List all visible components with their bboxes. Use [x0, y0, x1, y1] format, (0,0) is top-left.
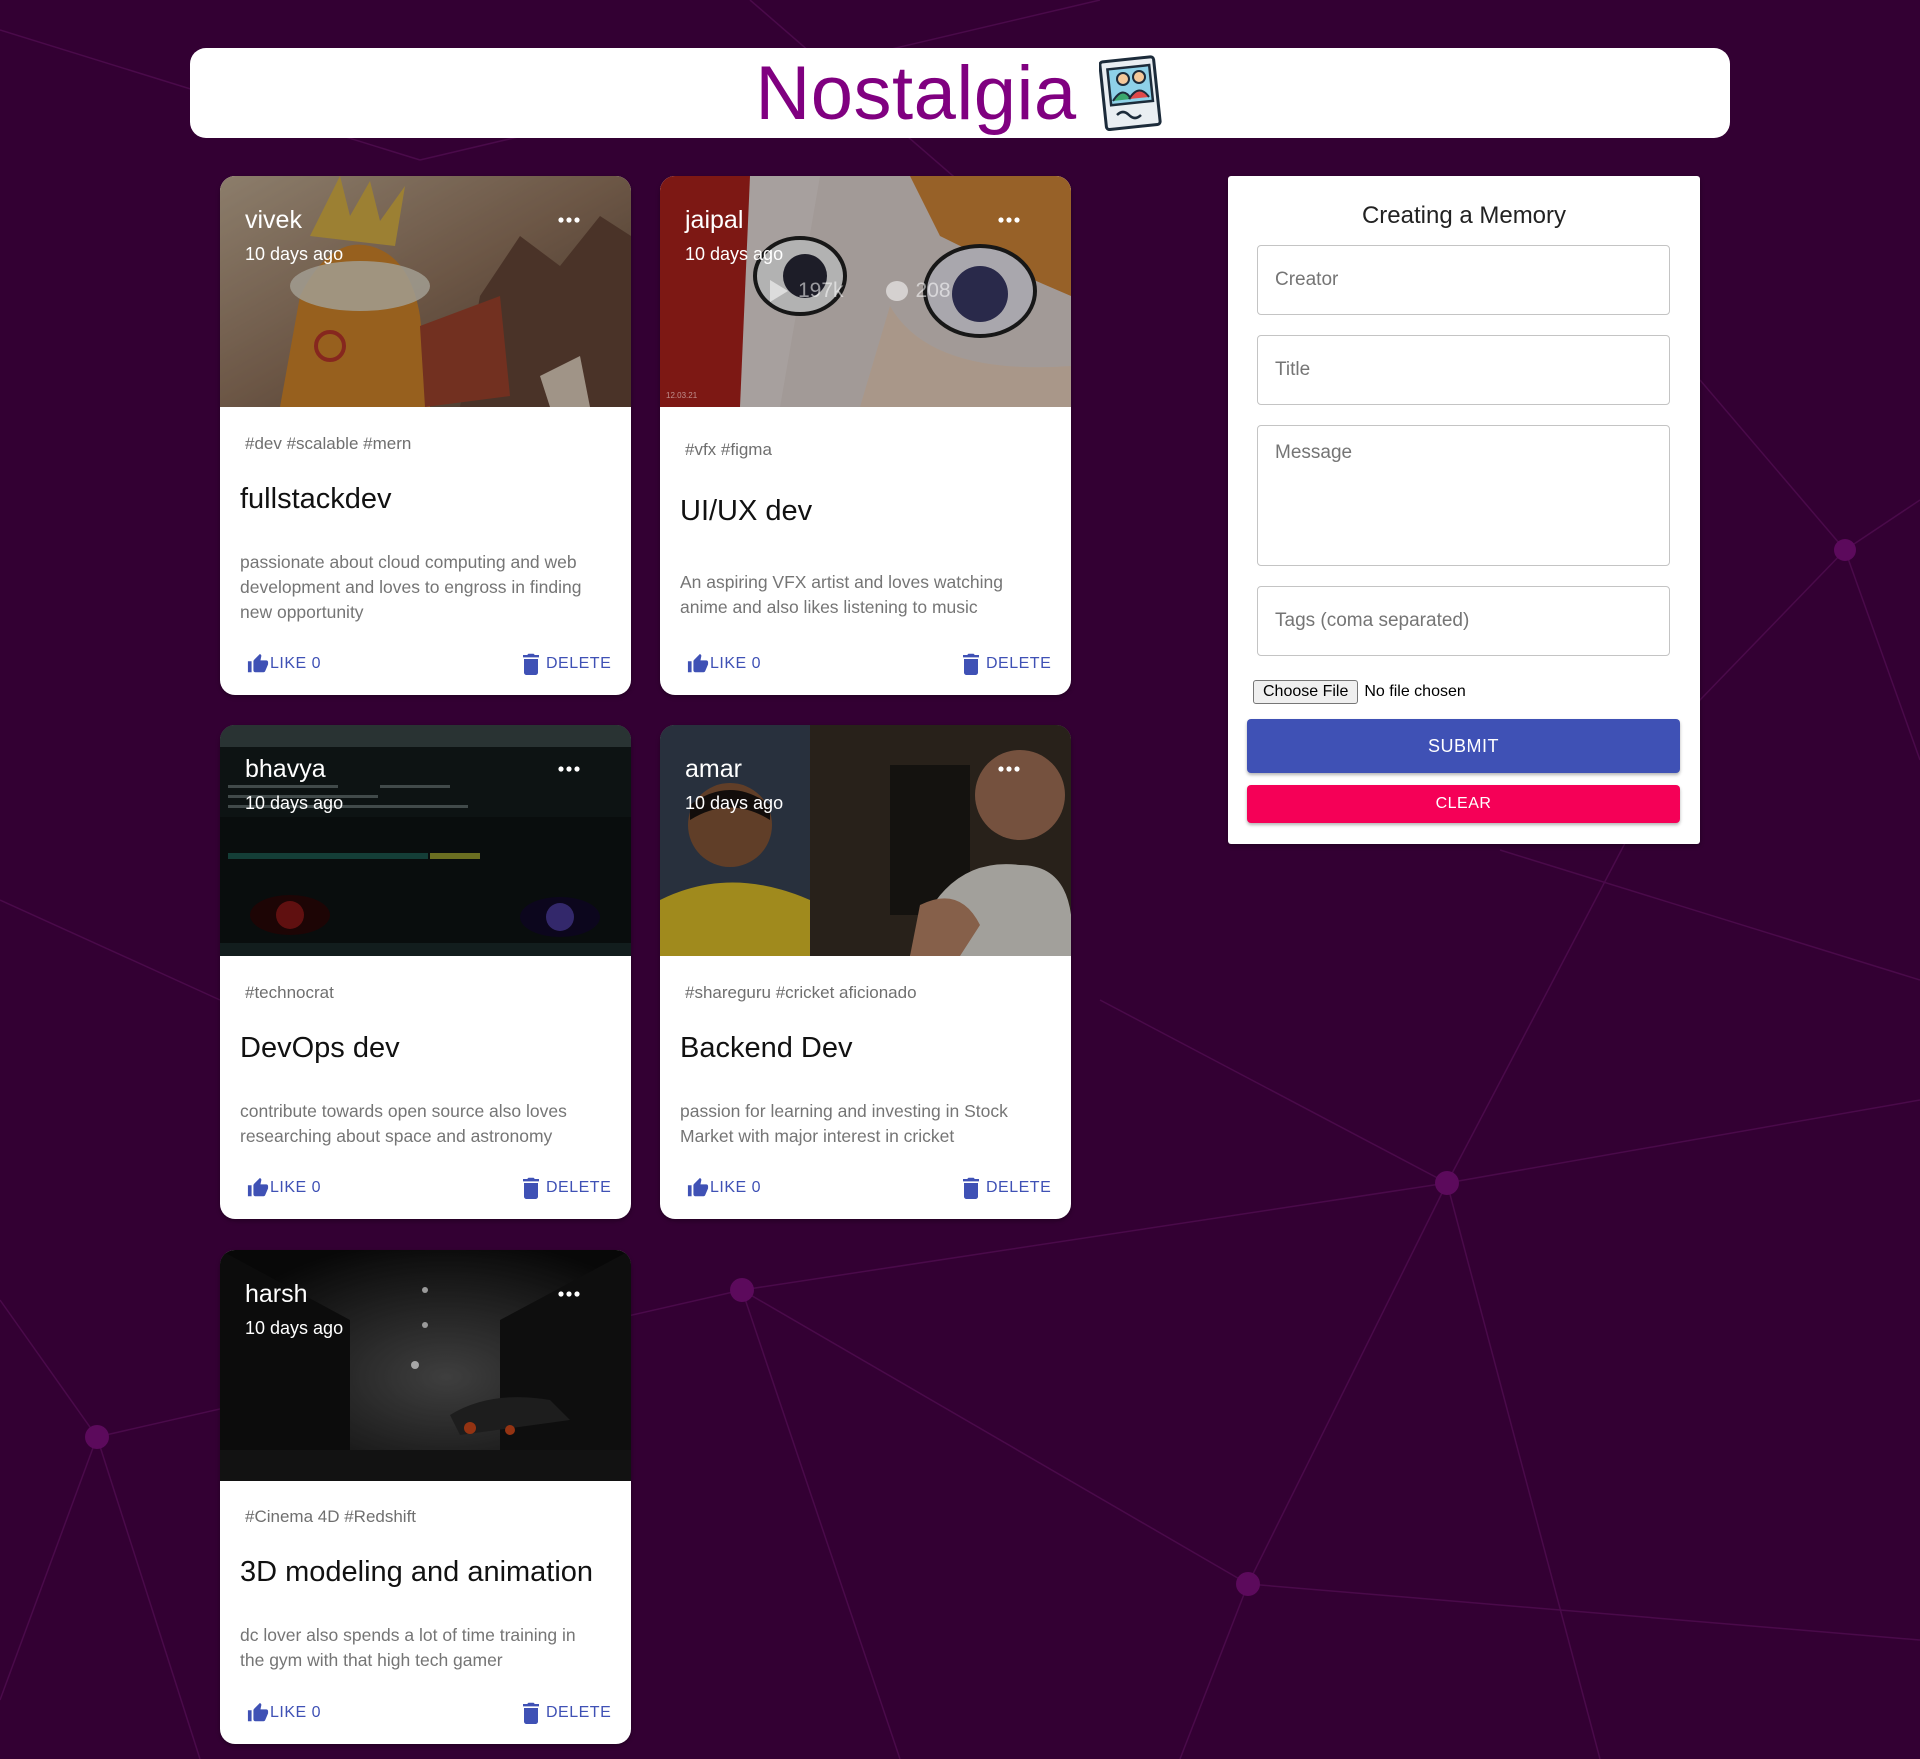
- post-card: harsh 10 days ago #Cinema 4D #Redshift 3…: [220, 1250, 631, 1744]
- title-input[interactable]: [1257, 335, 1670, 405]
- more-options-button[interactable]: [994, 211, 1024, 229]
- post-time: 10 days ago: [245, 793, 344, 813]
- more-horiz-icon: [998, 766, 1020, 772]
- like-button[interactable]: LIKE 0: [247, 1177, 321, 1199]
- post-message: An aspiring VFX artist and loves watchin…: [680, 572, 1003, 617]
- delete-label: DELETE: [546, 655, 612, 672]
- more-horiz-icon: [558, 766, 580, 772]
- trash-icon: [523, 653, 539, 675]
- like-button[interactable]: LIKE 0: [247, 653, 321, 675]
- delete-button[interactable]: DELETE: [522, 653, 611, 675]
- thumb-up-icon: [687, 653, 709, 673]
- post-image: bhavya 10 days ago: [220, 725, 631, 956]
- trash-icon: [963, 653, 979, 675]
- post-title: fullstackdev: [240, 483, 392, 515]
- delete-label: DELETE: [986, 655, 1052, 672]
- submit-button[interactable]: SUBMIT: [1247, 719, 1680, 773]
- clear-button[interactable]: CLEAR: [1247, 785, 1680, 823]
- post-card: bhavya 10 days ago #technocrat DevOps de…: [220, 725, 631, 1219]
- post-image: amar 10 days ago: [660, 725, 1071, 956]
- like-label: LIKE 0: [710, 1179, 762, 1196]
- delete-button[interactable]: DELETE: [962, 653, 1051, 675]
- thumb-up-icon: [247, 653, 269, 673]
- more-options-button[interactable]: [554, 1285, 584, 1303]
- trash-icon: [523, 1702, 539, 1724]
- like-button[interactable]: LIKE 0: [687, 1177, 761, 1199]
- creator-input[interactable]: [1257, 245, 1670, 315]
- post-tags: #Cinema 4D #Redshift: [245, 1507, 417, 1526]
- post-title: DevOps dev: [240, 1032, 400, 1064]
- like-label: LIKE 0: [710, 655, 762, 672]
- post-tags: #shareguru #cricket aficionado: [685, 983, 917, 1002]
- post-time: 10 days ago: [245, 244, 344, 264]
- trash-icon: [523, 1177, 539, 1199]
- post-title: Backend Dev: [680, 1032, 853, 1064]
- post-tags: #dev #scalable #mern: [245, 434, 412, 453]
- thumb-up-icon: [247, 1177, 269, 1197]
- like-label: LIKE 0: [270, 1179, 322, 1196]
- tags-input[interactable]: [1257, 586, 1670, 656]
- delete-button[interactable]: DELETE: [962, 1177, 1051, 1199]
- more-options-button[interactable]: [554, 211, 584, 229]
- file-status: No file chosen: [1364, 683, 1466, 700]
- delete-button[interactable]: DELETE: [522, 1702, 611, 1724]
- post-message: passion for learning and investing in St…: [680, 1101, 1008, 1146]
- like-button[interactable]: LIKE 0: [247, 1702, 321, 1724]
- post-creator: amar: [685, 755, 742, 783]
- play-icon: [770, 280, 788, 302]
- file-picker: Choose File No file chosen: [1253, 680, 1466, 704]
- post-title: UI/UX dev: [680, 495, 813, 527]
- post-time: 10 days ago: [685, 793, 784, 813]
- post-image: harsh 10 days ago: [220, 1250, 631, 1481]
- message-input[interactable]: [1257, 425, 1670, 566]
- post-message: contribute towards open source also love…: [240, 1101, 567, 1146]
- post-card: vivek 10 days ago #dev #scalable #mern f…: [220, 176, 631, 695]
- more-horiz-icon: [998, 217, 1020, 223]
- views-count: 197k: [798, 279, 844, 302]
- delete-button[interactable]: DELETE: [522, 1177, 611, 1199]
- post-creator: harsh: [245, 1280, 308, 1308]
- delete-label: DELETE: [546, 1704, 612, 1721]
- video-stats: 197k 208: [770, 279, 951, 303]
- post-time: 10 days ago: [685, 244, 784, 264]
- post-tags: #vfx #figma: [685, 440, 772, 459]
- post-time: 10 days ago: [245, 1318, 344, 1338]
- delete-label: DELETE: [986, 1179, 1052, 1196]
- post-title: 3D modeling and animation: [240, 1556, 594, 1588]
- date-stamp: 12.03.21: [666, 391, 698, 400]
- photo-memories-icon: [1098, 55, 1162, 131]
- choose-file-button[interactable]: Choose File: [1253, 680, 1359, 704]
- app-bar: Nostalgia: [190, 48, 1730, 138]
- post-message: dc lover also spends a lot of time train…: [240, 1625, 576, 1670]
- form-heading: Creating a Memory: [1361, 202, 1567, 229]
- more-options-button[interactable]: [554, 760, 584, 778]
- comment-icon: [885, 281, 908, 301]
- post-image: vivek 10 days ago: [220, 176, 631, 407]
- post-card: amar 10 days ago #shareguru #cricket afi…: [660, 725, 1071, 1219]
- post-creator: bhavya: [245, 755, 326, 783]
- memory-form: Creating a Memory Choose File No file ch…: [1228, 176, 1700, 844]
- post-tags: #technocrat: [245, 983, 334, 1002]
- comments-count: 208: [915, 279, 951, 302]
- post-card: 197k 208 12.03.21 jaipal 10 days ago #vf…: [660, 176, 1071, 695]
- post-creator: jaipal: [685, 206, 744, 234]
- like-label: LIKE 0: [270, 1704, 322, 1721]
- post-image: 197k 208 12.03.21 jaipal 10 days ago: [660, 176, 1071, 407]
- more-horiz-icon: [558, 1291, 580, 1297]
- post-creator: vivek: [245, 206, 302, 234]
- like-button[interactable]: LIKE 0: [687, 653, 761, 675]
- more-options-button[interactable]: [994, 760, 1024, 778]
- thumb-up-icon: [687, 1177, 709, 1197]
- delete-label: DELETE: [546, 1179, 612, 1196]
- thumb-up-icon: [247, 1702, 269, 1722]
- like-label: LIKE 0: [270, 655, 322, 672]
- trash-icon: [963, 1177, 979, 1199]
- more-horiz-icon: [558, 217, 580, 223]
- app-title: Nostalgia: [755, 50, 1077, 136]
- post-message: passionate about cloud computing and web…: [240, 552, 582, 622]
